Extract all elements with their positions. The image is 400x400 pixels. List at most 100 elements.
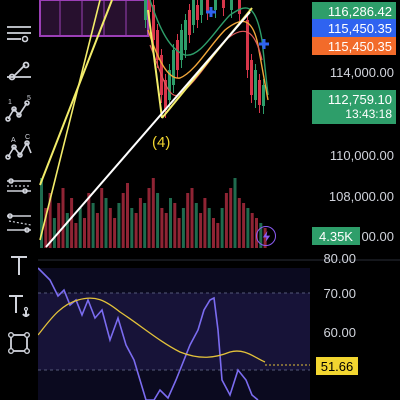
candle-body <box>206 0 209 12</box>
bar-countdown: 13:43:18 <box>345 107 392 121</box>
volume-bar <box>113 218 117 248</box>
volume-bar <box>104 198 108 248</box>
candle-body <box>250 60 253 95</box>
candle-body <box>192 0 195 25</box>
candle-body <box>246 20 249 70</box>
candle-body <box>196 5 199 20</box>
volume-bar <box>57 203 61 248</box>
volume-bar <box>212 218 215 248</box>
volume-bar <box>164 213 168 248</box>
oscillator-scale-label: 70.00 <box>323 286 356 301</box>
volume-bar <box>177 218 181 248</box>
candle-body <box>172 50 175 85</box>
volume-bar <box>117 203 121 248</box>
volume-bar <box>233 178 237 248</box>
last-price-value: 112,759.10 <box>327 92 392 107</box>
volume-bar <box>134 213 138 248</box>
volume-bar <box>199 213 203 248</box>
drawing-toolbar: 15 AC <box>0 0 38 400</box>
volume-bar <box>220 208 224 248</box>
volume-bar <box>138 198 142 248</box>
volume-bar <box>181 208 185 248</box>
volume-bar <box>169 198 172 248</box>
volume-bar <box>190 188 194 248</box>
volume-bar <box>173 203 177 248</box>
candle-body <box>262 85 265 106</box>
candle-body <box>200 0 203 15</box>
horizontal-lines-icon[interactable] <box>0 14 38 52</box>
trend-line-icon[interactable] <box>0 52 38 90</box>
volume-bar <box>203 198 207 248</box>
volume-bar <box>78 208 82 248</box>
volume-bar <box>160 208 164 248</box>
volume-bar <box>130 208 134 248</box>
volume-bar <box>61 188 65 248</box>
volume-bar <box>224 193 228 248</box>
svg-text:5: 5 <box>27 95 31 102</box>
oscillator-scale-label: 80.00 <box>323 251 356 266</box>
volume-bar <box>83 218 86 248</box>
volume-bar <box>108 208 112 248</box>
candle-body <box>254 70 257 100</box>
price-scale-label: 108,000.00 <box>328 189 394 204</box>
candle-body <box>144 0 147 20</box>
price-scale-label: 110,000.00 <box>329 148 394 163</box>
volume-bar <box>250 213 254 248</box>
volume-bar <box>121 193 125 248</box>
candle-body <box>188 10 191 35</box>
volume-bar <box>65 213 69 248</box>
volume-bar <box>237 198 241 248</box>
volume-bar <box>126 183 129 248</box>
candle-body <box>214 0 217 10</box>
volume-bar <box>186 193 190 248</box>
svg-text:1: 1 <box>8 99 12 106</box>
price-scale-label: 00.00 <box>361 229 394 244</box>
chart-app: 15 AC 114,000.00 110,000.00 108,000.00 0… <box>0 0 400 400</box>
xabcd-pattern-icon[interactable]: AC <box>0 128 38 166</box>
price-scale-label: 114,000.00 <box>329 65 394 80</box>
volume-bar <box>229 188 233 248</box>
volume-bar <box>242 203 246 248</box>
ma-green-price-badge: 116,286.42 <box>312 2 396 20</box>
candle-body <box>238 0 241 14</box>
candle-body <box>176 40 179 70</box>
channel-icon[interactable] <box>0 166 38 204</box>
fib-channel-icon[interactable] <box>0 204 38 242</box>
volume-bar <box>95 213 99 248</box>
candle-body <box>180 30 183 60</box>
ma-blue-price-badge: 115,450.35 <box>312 19 396 37</box>
pattern-box <box>39 0 149 37</box>
volume-bar <box>207 208 211 248</box>
oscillator-scale-label: 60.00 <box>323 325 356 340</box>
elliott-wave-icon[interactable]: 15 <box>0 90 38 128</box>
svg-text:A: A <box>11 137 16 144</box>
volume-bar <box>91 203 95 248</box>
ma-orange-price-badge: 115,450.35 <box>312 37 396 55</box>
svg-text:C: C <box>25 134 30 141</box>
wave-label[interactable]: (4) <box>152 134 170 151</box>
candle-body <box>230 0 233 10</box>
volume-badge: 4.35K <box>312 227 360 245</box>
lightning-icon[interactable] <box>256 226 276 246</box>
volume-bar <box>100 188 104 248</box>
candle-body <box>222 0 225 8</box>
last-price-badge: 112,759.10 13:43:18 <box>312 90 396 124</box>
volume-bar <box>87 193 91 248</box>
volume-bar <box>70 198 74 248</box>
volume-bar <box>194 203 198 248</box>
oscillator-band <box>38 293 310 370</box>
volume-bar <box>74 223 78 248</box>
candle-body <box>184 20 187 50</box>
volume-bar <box>147 188 151 248</box>
oscillator-value-badge: 51.66 <box>316 357 358 375</box>
text-icon[interactable] <box>0 246 38 284</box>
rectangle-icon[interactable] <box>0 324 38 362</box>
volume-bar <box>246 208 250 248</box>
volume-bar <box>151 178 155 248</box>
candle-body <box>258 80 261 105</box>
volume-bar <box>143 203 147 248</box>
volume-bar <box>216 223 220 248</box>
volume-bar <box>156 193 160 248</box>
volume-bar <box>52 218 56 248</box>
anchored-text-icon[interactable] <box>0 286 38 324</box>
